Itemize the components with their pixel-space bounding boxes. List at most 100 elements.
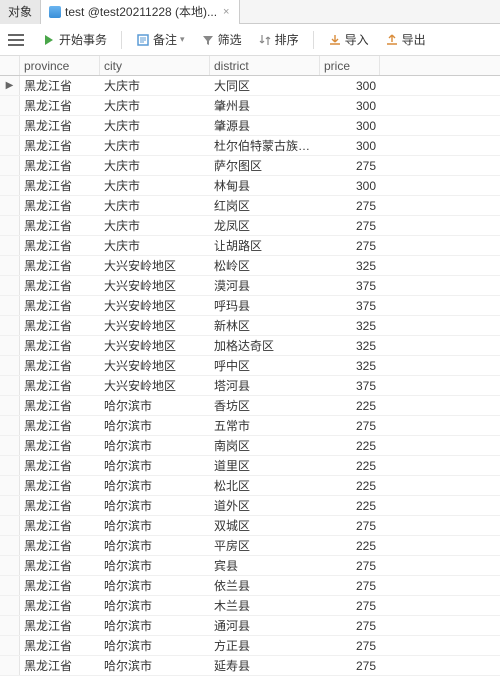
cell-district[interactable]: 龙凤区 — [210, 217, 320, 234]
column-header-district[interactable]: district — [210, 56, 320, 75]
cell-city[interactable]: 大兴安岭地区 — [100, 297, 210, 314]
cell-district[interactable]: 五常市 — [210, 417, 320, 434]
cell-city[interactable]: 哈尔滨市 — [100, 637, 210, 654]
cell-price[interactable]: 275 — [320, 159, 380, 173]
cell-district[interactable]: 大同区 — [210, 77, 320, 94]
import-button[interactable]: 导入 — [322, 28, 375, 51]
menu-icon[interactable] — [8, 34, 24, 46]
cell-district[interactable]: 呼玛县 — [210, 297, 320, 314]
table-row[interactable]: 黑龙江省大庆市让胡路区275 — [0, 236, 500, 256]
table-row[interactable]: 黑龙江省大庆市杜尔伯特蒙古族自治县300 — [0, 136, 500, 156]
table-row[interactable]: 黑龙江省哈尔滨市宾县275 — [0, 556, 500, 576]
cell-city[interactable]: 哈尔滨市 — [100, 417, 210, 434]
cell-district[interactable]: 塔河县 — [210, 377, 320, 394]
cell-city[interactable]: 大庆市 — [100, 117, 210, 134]
cell-district[interactable]: 方正县 — [210, 637, 320, 654]
cell-city[interactable]: 哈尔滨市 — [100, 397, 210, 414]
cell-district[interactable]: 木兰县 — [210, 597, 320, 614]
column-header-price[interactable]: price — [320, 56, 380, 75]
cell-city[interactable]: 哈尔滨市 — [100, 557, 210, 574]
cell-district[interactable]: 通河县 — [210, 617, 320, 634]
tab-table[interactable]: test @test20211228 (本地)... × — [41, 0, 240, 24]
table-row[interactable]: 黑龙江省大兴安岭地区呼玛县375 — [0, 296, 500, 316]
table-row[interactable]: 黑龙江省大兴安岭地区新林区325 — [0, 316, 500, 336]
cell-province[interactable]: 黑龙江省 — [20, 237, 100, 254]
table-row[interactable]: 黑龙江省哈尔滨市松北区225 — [0, 476, 500, 496]
cell-city[interactable]: 大庆市 — [100, 217, 210, 234]
cell-province[interactable]: 黑龙江省 — [20, 417, 100, 434]
table-row[interactable]: 黑龙江省哈尔滨市南岗区225 — [0, 436, 500, 456]
cell-price[interactable]: 225 — [320, 399, 380, 413]
cell-province[interactable]: 黑龙江省 — [20, 637, 100, 654]
cell-price[interactable]: 300 — [320, 99, 380, 113]
cell-city[interactable]: 大庆市 — [100, 157, 210, 174]
cell-district[interactable]: 红岗区 — [210, 197, 320, 214]
cell-province[interactable]: 黑龙江省 — [20, 597, 100, 614]
cell-price[interactable]: 325 — [320, 359, 380, 373]
cell-province[interactable]: 黑龙江省 — [20, 117, 100, 134]
cell-city[interactable]: 大庆市 — [100, 97, 210, 114]
table-row[interactable]: 黑龙江省哈尔滨市依兰县275 — [0, 576, 500, 596]
cell-city[interactable]: 哈尔滨市 — [100, 517, 210, 534]
cell-price[interactable]: 275 — [320, 599, 380, 613]
cell-price[interactable]: 375 — [320, 279, 380, 293]
cell-price[interactable]: 275 — [320, 519, 380, 533]
cell-price[interactable]: 275 — [320, 419, 380, 433]
table-row[interactable]: 黑龙江省哈尔滨市通河县275 — [0, 616, 500, 636]
cell-district[interactable]: 松岭区 — [210, 257, 320, 274]
cell-city[interactable]: 哈尔滨市 — [100, 597, 210, 614]
cell-price[interactable]: 275 — [320, 659, 380, 673]
cell-district[interactable]: 平房区 — [210, 537, 320, 554]
cell-province[interactable]: 黑龙江省 — [20, 437, 100, 454]
close-icon[interactable]: × — [221, 6, 231, 18]
table-row[interactable]: 黑龙江省大庆市龙凤区275 — [0, 216, 500, 236]
cell-district[interactable]: 宾县 — [210, 557, 320, 574]
cell-province[interactable]: 黑龙江省 — [20, 457, 100, 474]
cell-city[interactable]: 大兴安岭地区 — [100, 277, 210, 294]
cell-province[interactable]: 黑龙江省 — [20, 497, 100, 514]
table-row[interactable]: 黑龙江省大庆市林甸县300 — [0, 176, 500, 196]
cell-province[interactable]: 黑龙江省 — [20, 517, 100, 534]
cell-price[interactable]: 275 — [320, 579, 380, 593]
cell-city[interactable]: 哈尔滨市 — [100, 477, 210, 494]
cell-price[interactable]: 300 — [320, 139, 380, 153]
cell-province[interactable]: 黑龙江省 — [20, 617, 100, 634]
cell-price[interactable]: 275 — [320, 239, 380, 253]
column-header-province[interactable]: province — [20, 56, 100, 75]
cell-province[interactable]: 黑龙江省 — [20, 477, 100, 494]
cell-city[interactable]: 大兴安岭地区 — [100, 317, 210, 334]
cell-city[interactable]: 大庆市 — [100, 77, 210, 94]
cell-district[interactable]: 香坊区 — [210, 397, 320, 414]
cell-province[interactable]: 黑龙江省 — [20, 77, 100, 94]
cell-price[interactable]: 375 — [320, 379, 380, 393]
cell-city[interactable]: 哈尔滨市 — [100, 577, 210, 594]
table-row[interactable]: 黑龙江省大庆市肇州县300 — [0, 96, 500, 116]
cell-district[interactable]: 依兰县 — [210, 577, 320, 594]
cell-price[interactable]: 275 — [320, 559, 380, 573]
cell-price[interactable]: 275 — [320, 219, 380, 233]
cell-district[interactable]: 延寿县 — [210, 657, 320, 674]
table-row[interactable]: 黑龙江省哈尔滨市道里区225 — [0, 456, 500, 476]
table-row[interactable]: 黑龙江省哈尔滨市双城区275 — [0, 516, 500, 536]
cell-city[interactable]: 大兴安岭地区 — [100, 337, 210, 354]
sort-button[interactable]: 排序 — [252, 28, 305, 51]
cell-price[interactable]: 275 — [320, 619, 380, 633]
cell-price[interactable]: 300 — [320, 119, 380, 133]
cell-price[interactable]: 275 — [320, 639, 380, 653]
cell-price[interactable]: 225 — [320, 479, 380, 493]
cell-province[interactable]: 黑龙江省 — [20, 257, 100, 274]
cell-district[interactable]: 新林区 — [210, 317, 320, 334]
cell-city[interactable]: 哈尔滨市 — [100, 437, 210, 454]
cell-province[interactable]: 黑龙江省 — [20, 217, 100, 234]
table-row[interactable]: 黑龙江省大庆市红岗区275 — [0, 196, 500, 216]
cell-province[interactable]: 黑龙江省 — [20, 97, 100, 114]
cell-province[interactable]: 黑龙江省 — [20, 577, 100, 594]
table-row[interactable]: 黑龙江省哈尔滨市道外区225 — [0, 496, 500, 516]
cell-price[interactable]: 325 — [320, 259, 380, 273]
table-row[interactable]: 黑龙江省大兴安岭地区漠河县375 — [0, 276, 500, 296]
table-row[interactable]: 黑龙江省大兴安岭地区松岭区325 — [0, 256, 500, 276]
table-row[interactable]: 黑龙江省大兴安岭地区加格达奇区325 — [0, 336, 500, 356]
cell-district[interactable]: 南岗区 — [210, 437, 320, 454]
cell-district[interactable]: 道外区 — [210, 497, 320, 514]
cell-city[interactable]: 哈尔滨市 — [100, 657, 210, 674]
